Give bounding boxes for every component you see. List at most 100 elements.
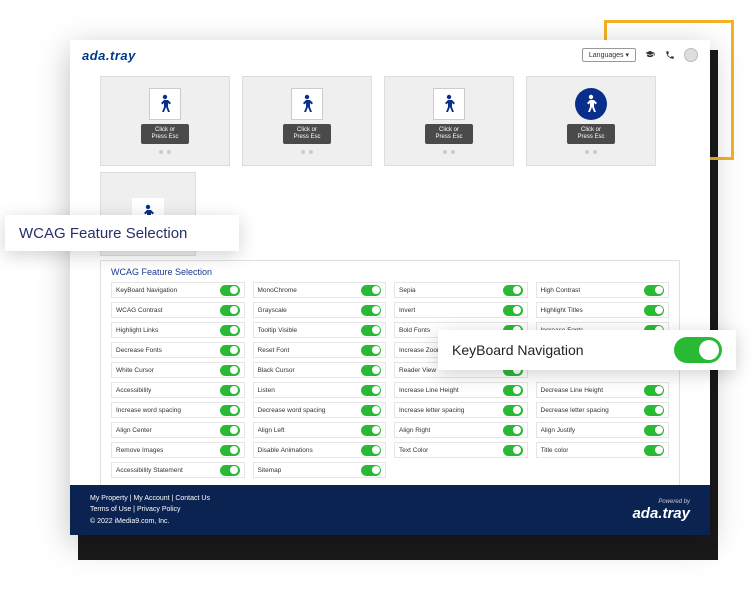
feature-toggle[interactable] (220, 405, 240, 416)
feature-label: KeyBoard Navigation (116, 287, 177, 294)
feature-toggle-row: Sepia (394, 282, 528, 298)
feature-toggle-row: Highlight Links (111, 322, 245, 338)
pager-dots (443, 150, 455, 154)
callout-wcag-title: WCAG Feature Selection (5, 215, 239, 251)
avatar[interactable] (684, 48, 698, 62)
feature-toggle-row: Invert (394, 302, 528, 318)
feature-toggle[interactable] (644, 405, 664, 416)
click-badge: Click orPress Esc (425, 124, 473, 143)
feature-toggle[interactable] (361, 445, 381, 456)
feature-toggle[interactable] (503, 425, 523, 436)
feature-toggle[interactable] (220, 425, 240, 436)
feature-toggle[interactable] (644, 305, 664, 316)
feature-toggle-row: Decrease Line Height (536, 382, 670, 398)
footer-nav[interactable]: My Property | My Account | Contact Us (90, 493, 210, 504)
feature-label: Increase letter spacing (399, 407, 464, 414)
feature-toggle[interactable] (361, 385, 381, 396)
feature-toggle[interactable] (220, 365, 240, 376)
feature-toggle[interactable] (503, 385, 523, 396)
feature-toggle-row: MonoChrome (253, 282, 387, 298)
feature-label: Decrease Line Height (541, 387, 604, 394)
feature-label: White Cursor (116, 367, 154, 374)
feature-toggle-row: Disable Animations (253, 442, 387, 458)
callout-kbd-label: KeyBoard Navigation (452, 342, 584, 358)
feature-label: Reader View (399, 367, 436, 374)
feature-toggle[interactable] (503, 305, 523, 316)
feature-label: Accessibility Statement (116, 467, 183, 474)
feature-label: Remove Images (116, 447, 163, 454)
feature-label: Highlight Links (116, 327, 158, 334)
wcag-panel: WCAG Feature Selection KeyBoard Navigati… (100, 260, 680, 489)
feature-label: Increase word spacing (116, 407, 181, 414)
click-badge: Click orPress Esc (141, 124, 189, 143)
feature-toggle-row: Align Center (111, 422, 245, 438)
phone-icon[interactable] (664, 49, 676, 61)
feature-toggle-row: WCAG Contrast (111, 302, 245, 318)
feature-label: Listen (258, 387, 275, 394)
feature-toggle-row: KeyBoard Navigation (111, 282, 245, 298)
feature-toggle[interactable] (361, 305, 381, 316)
feature-toggle-row: White Cursor (111, 362, 245, 378)
accessibility-icon (433, 88, 465, 120)
feature-toggle[interactable] (503, 445, 523, 456)
feature-label: High Contrast (541, 287, 581, 294)
feature-toggle[interactable] (361, 365, 381, 376)
feature-label: WCAG Contrast (116, 307, 163, 314)
accessibility-icon (149, 88, 181, 120)
feature-toggle[interactable] (361, 345, 381, 356)
feature-toggle[interactable] (361, 425, 381, 436)
feature-label: Increase Zoom (399, 347, 442, 354)
feature-toggle-row: Accessibility Statement (111, 462, 245, 478)
feature-toggle[interactable] (644, 385, 664, 396)
feature-toggle[interactable] (220, 345, 240, 356)
feature-label: Text Color (399, 447, 428, 454)
feature-label: Title color (541, 447, 569, 454)
accessibility-card[interactable]: Click orPress Esc (384, 76, 514, 166)
feature-toggle[interactable] (220, 285, 240, 296)
feature-toggle[interactable] (220, 325, 240, 336)
feature-label: Align Right (399, 427, 430, 434)
feature-toggle[interactable] (361, 325, 381, 336)
pager-dots (301, 150, 313, 154)
accessibility-card[interactable]: Click orPress Esc (526, 76, 656, 166)
feature-toggle[interactable] (361, 285, 381, 296)
feature-toggle-row: Accessibility (111, 382, 245, 398)
feature-label: Tooltip Visible (258, 327, 298, 334)
feature-toggle[interactable] (503, 405, 523, 416)
feature-toggle[interactable] (220, 445, 240, 456)
feature-toggle-row: Decrease word spacing (253, 402, 387, 418)
feature-toggle-row: Tooltip Visible (253, 322, 387, 338)
feature-toggle[interactable] (361, 465, 381, 476)
feature-toggle[interactable] (644, 285, 664, 296)
feature-toggle[interactable] (220, 305, 240, 316)
click-badge: Click orPress Esc (283, 124, 331, 143)
feature-toggle[interactable] (503, 285, 523, 296)
feature-toggle-row: Sitemap (253, 462, 387, 478)
feature-toggle-row: Align Right (394, 422, 528, 438)
feature-label: Black Cursor (258, 367, 295, 374)
languages-button[interactable]: Languages ▾ (582, 48, 636, 62)
toggle-grid: KeyBoard Navigation MonoChrome Sepia High C… (111, 282, 669, 478)
feature-toggle-row: Listen (253, 382, 387, 398)
feature-toggle[interactable] (220, 465, 240, 476)
feature-label: Decrease Fonts (116, 347, 162, 354)
feature-toggle[interactable] (644, 445, 664, 456)
keyboard-nav-toggle[interactable] (674, 337, 722, 363)
feature-label: Align Justify (541, 427, 576, 434)
feature-toggle[interactable] (361, 405, 381, 416)
feature-toggle-row: Title color (536, 442, 670, 458)
accessibility-card[interactable]: Click orPress Esc (100, 76, 230, 166)
accessibility-icon (291, 88, 323, 120)
feature-toggle[interactable] (644, 425, 664, 436)
footer-legal[interactable]: Terms of Use | Privacy Policy (90, 504, 210, 515)
grad-cap-icon[interactable] (644, 49, 656, 61)
feature-toggle[interactable] (220, 385, 240, 396)
accessibility-card[interactable]: Click orPress Esc (242, 76, 372, 166)
app-window: ada.tray Languages ▾ Click orPress Esc C… (70, 40, 710, 535)
pager-dots (585, 150, 597, 154)
footer-copyright: © 2022 iMedia9.com, Inc. (90, 516, 210, 527)
brand-logo: ada.tray (82, 48, 136, 63)
feature-label: Decrease letter spacing (541, 407, 609, 414)
feature-toggle-row: Decrease letter spacing (536, 402, 670, 418)
feature-label: Disable Animations (258, 447, 313, 454)
